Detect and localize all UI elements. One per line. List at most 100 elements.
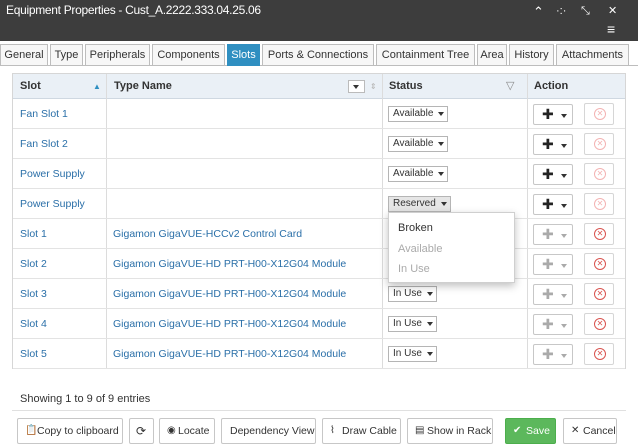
chevron-down-icon (561, 324, 567, 328)
delete-button[interactable]: ✕ (584, 133, 614, 155)
refresh-button[interactable]: ⟳ (129, 418, 154, 444)
chevron-down-icon (561, 114, 567, 118)
window-titlebar: Equipment Properties - Cust_A.2222.333.0… (0, 0, 638, 41)
plus-icon: ✚ (542, 196, 554, 212)
slot-name[interactable]: Power Supply (20, 159, 85, 189)
rack-icon: ▤ (415, 425, 425, 436)
chevron-down-icon (353, 85, 359, 89)
tab-components[interactable]: Components (152, 44, 225, 66)
type-name[interactable]: Gigamon GigaVUE-HD PRT-H00-X12G04 Module (113, 249, 346, 279)
add-button[interactable]: ✚ (533, 314, 573, 335)
add-button[interactable]: ✚ (533, 164, 573, 185)
type-name[interactable]: Gigamon GigaVUE-HD PRT-H00-X12G04 Module (113, 279, 346, 309)
compress-icon[interactable]: ⤡ (581, 5, 590, 17)
table-row[interactable]: Fan Slot 2 Available ✚ ✕ (13, 129, 625, 159)
table-row[interactable]: Slot 4 Gigamon GigaVUE-HD PRT-H00-X12G04… (13, 309, 625, 339)
status-select[interactable]: Available (388, 136, 449, 152)
chevron-down-icon (561, 174, 567, 178)
status-select[interactable]: In Use (388, 346, 437, 362)
clipboard-icon: 📋 (25, 425, 38, 436)
add-button[interactable]: ✚ (533, 194, 573, 215)
slot-name[interactable]: Slot 2 (20, 249, 47, 279)
table-row[interactable]: Power Supply Reserved ✚ ✕ (13, 189, 625, 219)
status-option-available: Available (398, 243, 443, 255)
show-in-rack-button[interactable]: ▤ Show in Rack (407, 418, 493, 444)
status-select[interactable]: In Use (388, 286, 437, 302)
slot-name[interactable]: Fan Slot 1 (20, 99, 68, 129)
copy-to-clipboard-button[interactable]: 📋 Copy to clipboard (17, 418, 123, 444)
add-button[interactable]: ✚ (533, 104, 573, 125)
status-option-broken[interactable]: Broken (398, 222, 433, 234)
slot-name[interactable]: Slot 3 (20, 279, 47, 309)
type-name[interactable]: Gigamon GigaVUE-HD PRT-H00-X12G04 Module (113, 309, 346, 339)
table-row[interactable]: Power Supply Available ✚ ✕ (13, 159, 625, 189)
delete-button[interactable]: ✕ (584, 103, 614, 125)
delete-button[interactable]: ✕ (584, 193, 614, 215)
menu-icon[interactable]: ≡ (607, 22, 615, 36)
delete-button[interactable]: ✕ (584, 343, 614, 365)
add-button[interactable]: ✚ (533, 134, 573, 155)
tab-peripherals[interactable]: Peripherals (85, 44, 150, 66)
slot-name[interactable]: Slot 5 (20, 339, 47, 369)
status-dropdown-menu: Broken Available In Use (388, 212, 515, 283)
plus-icon: ✚ (542, 106, 554, 122)
delete-button[interactable]: ✕ (584, 223, 614, 245)
add-button[interactable]: ✚ (533, 254, 573, 275)
status-select[interactable]: Reserved (388, 196, 451, 212)
draw-cable-button[interactable]: ⌇ Draw Cable (322, 418, 401, 444)
slot-name[interactable]: Power Supply (20, 189, 85, 219)
col-header-type[interactable]: Type Name ⇕ (107, 74, 382, 99)
close-circle-icon: ✕ (594, 168, 606, 180)
cancel-button[interactable]: ✕ Cancel (563, 418, 617, 444)
table-row[interactable]: Slot 2 Gigamon GigaVUE-HD PRT-H00-X12G04… (13, 249, 625, 279)
delete-button[interactable]: ✕ (584, 253, 614, 275)
slot-name[interactable]: Slot 1 (20, 219, 47, 249)
table-row[interactable]: Slot 1 Gigamon GigaVUE-HCCv2 Control Car… (13, 219, 625, 249)
type-name[interactable]: Gigamon GigaVUE-HCCv2 Control Card (113, 219, 302, 249)
chevron-down-icon (426, 292, 433, 296)
close-circle-icon: ✕ (594, 348, 606, 360)
delete-button[interactable]: ✕ (584, 283, 614, 305)
column-filter-dropdown[interactable] (348, 80, 365, 93)
collapse-icon[interactable]: ⌃ (533, 5, 544, 18)
close-circle-icon: ✕ (594, 228, 606, 240)
locate-icon: ◉ (167, 425, 176, 436)
chevron-down-icon (561, 234, 567, 238)
slot-name[interactable]: Fan Slot 2 (20, 129, 68, 159)
table-row[interactable]: Fan Slot 1 Available ✚ ✕ (13, 99, 625, 129)
delete-button[interactable]: ✕ (584, 163, 614, 185)
status-select[interactable]: Available (388, 166, 449, 182)
plus-icon: ✚ (542, 316, 554, 332)
add-button[interactable]: ✚ (533, 284, 573, 305)
status-select[interactable]: Available (388, 106, 449, 122)
tab-area[interactable]: Area (477, 44, 507, 66)
col-header-status[interactable]: Status ▽ (382, 74, 527, 99)
tab-type[interactable]: Type (50, 44, 83, 66)
tab-general[interactable]: General (0, 44, 48, 66)
add-button[interactable]: ✚ (533, 224, 573, 245)
table-row[interactable]: Slot 3 Gigamon GigaVUE-HD PRT-H00-X12G04… (13, 279, 625, 309)
plus-icon: ✚ (542, 226, 554, 242)
slot-name[interactable]: Slot 4 (20, 309, 47, 339)
type-name[interactable]: Gigamon GigaVUE-HD PRT-H00-X12G04 Module (113, 339, 346, 369)
save-button[interactable]: ✔ Save (505, 418, 556, 444)
col-header-slot[interactable]: Slot ▲ (13, 74, 106, 99)
locate-button[interactable]: ◉ Locate (159, 418, 215, 444)
status-select[interactable]: In Use (388, 316, 437, 332)
tab-containment-tree[interactable]: Containment Tree (376, 44, 475, 66)
dependency-view-button[interactable]: Dependency View (221, 418, 316, 444)
more-icon[interactable]: ·:· (556, 5, 566, 17)
filter-icon[interactable]: ▽ (506, 74, 514, 99)
chevron-down-icon (440, 202, 447, 206)
tab-slots[interactable]: Slots (227, 44, 260, 66)
chevron-down-icon (561, 264, 567, 268)
tab-attachments[interactable]: Attachments (556, 44, 629, 66)
add-button[interactable]: ✚ (533, 344, 573, 365)
tab-ports-connections[interactable]: Ports & Connections (262, 44, 374, 66)
close-icon[interactable]: ✕ (608, 5, 617, 17)
table-row[interactable]: Slot 5 Gigamon GigaVUE-HD PRT-H00-X12G04… (13, 339, 625, 369)
table-info: Showing 1 to 9 of 9 entries (20, 393, 151, 405)
delete-button[interactable]: ✕ (584, 313, 614, 335)
tab-history[interactable]: History (509, 44, 554, 66)
chevron-down-icon (561, 144, 567, 148)
